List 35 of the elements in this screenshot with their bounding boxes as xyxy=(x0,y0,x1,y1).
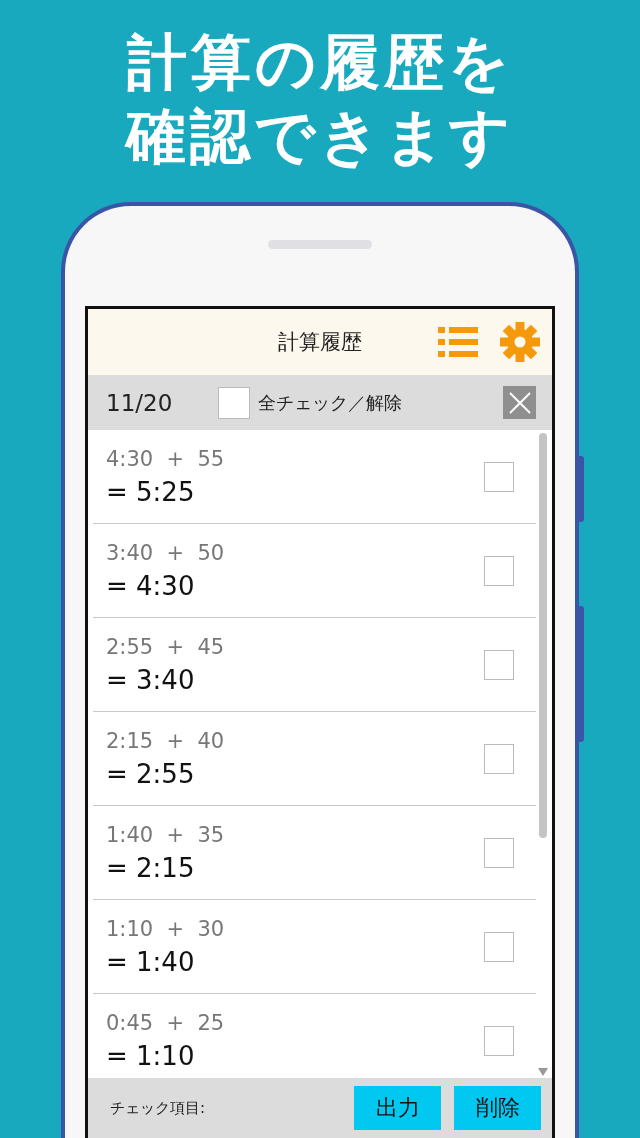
scroll-down-icon[interactable] xyxy=(538,1068,548,1076)
calculation-expression: 2:55 + 45 xyxy=(106,634,226,659)
calculation-result: = 1:40 xyxy=(106,946,196,977)
calculation-result: = 5:25 xyxy=(106,476,196,507)
row-checkbox[interactable] xyxy=(484,837,514,868)
calculation-result: = 2:55 xyxy=(106,758,196,789)
row-checkbox[interactable] xyxy=(484,461,514,492)
row-checkbox[interactable] xyxy=(484,555,514,586)
select-all-checkbox[interactable] xyxy=(218,386,250,419)
list-icon[interactable] xyxy=(438,326,478,358)
calculation-expression: 1:10 + 30 xyxy=(106,916,226,941)
row-checkbox[interactable] xyxy=(484,649,514,680)
settings-icon[interactable] xyxy=(500,322,540,362)
row-checkbox[interactable] xyxy=(484,1025,514,1056)
calculation-result: = 4:30 xyxy=(106,570,196,601)
calculation-expression: 1:40 + 35 xyxy=(106,822,226,847)
calculation-expression: 2:15 + 40 xyxy=(106,728,226,753)
calculation-expression: 3:40 + 50 xyxy=(106,540,226,565)
calculation-result: = 1:10 xyxy=(106,1040,196,1071)
close-button[interactable] xyxy=(503,386,536,419)
calculation-result: = 2:15 xyxy=(106,852,196,883)
action-button[interactable]: 出力 xyxy=(354,1086,441,1130)
select-all-label: 全チェック／解除 xyxy=(258,390,402,415)
item-count: 11/20 xyxy=(106,389,174,416)
scrollbar[interactable] xyxy=(539,433,547,838)
headline: 計算の履歴を xyxy=(127,28,513,96)
screen-title: 計算履歴 xyxy=(278,329,362,356)
action-button[interactable]: 削除 xyxy=(454,1086,541,1130)
checked-items-label: チェック項目: xyxy=(110,1098,206,1118)
calculation-expression: 0:45 + 25 xyxy=(106,1010,226,1035)
calculation-result: = 3:40 xyxy=(106,664,196,695)
row-checkbox[interactable] xyxy=(484,931,514,962)
headline: 確認できます xyxy=(126,102,514,170)
calculation-expression: 4:30 + 55 xyxy=(106,446,226,471)
row-checkbox[interactable] xyxy=(484,743,514,774)
